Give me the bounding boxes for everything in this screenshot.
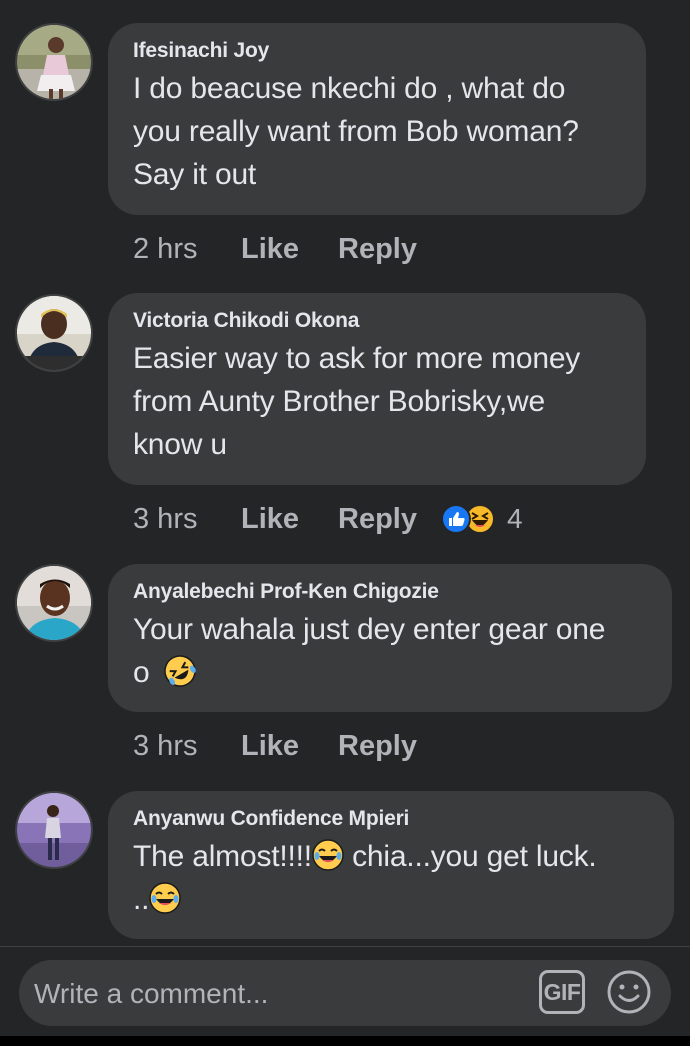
- comment-line: from Aunty Brother Bobrisky,we: [133, 385, 545, 418]
- comment-timestamp[interactable]: 3 hrs: [133, 730, 241, 763]
- comment-text: Your wahala just dey enter gear one o: [133, 608, 646, 694]
- comment-bubble[interactable]: Ifesinachi Joy I do beacuse nkechi do , …: [108, 23, 646, 215]
- comment-timestamp[interactable]: 3 hrs: [133, 503, 241, 536]
- comment-bubble[interactable]: Anyalebechi Prof-Ken Chigozie Your wahal…: [108, 564, 672, 712]
- gif-label: GIF: [543, 978, 581, 1005]
- comment-author[interactable]: Ifesinachi Joy: [133, 39, 620, 63]
- like-reaction-icon: [440, 504, 471, 534]
- avatar[interactable]: [17, 793, 91, 867]
- tears-of-joy-emoji: [149, 882, 181, 914]
- comment-line: Your wahala just dey enter gear one: [133, 613, 606, 646]
- comment-actions: 3 hrs Like Reply 4: [133, 499, 523, 539]
- like-button[interactable]: Like: [241, 503, 338, 536]
- comment-line: ..: [133, 878, 648, 921]
- comment-input[interactable]: [32, 968, 536, 1020]
- comment-line-text: chia...you get luck.: [343, 840, 597, 873]
- reply-button[interactable]: Reply: [338, 503, 417, 536]
- comment-author[interactable]: Anyanwu Confidence Mpieri: [133, 807, 648, 831]
- comment-line: Say it out: [133, 158, 257, 191]
- comment-line-text: The almost!!!!: [133, 840, 312, 873]
- avatar[interactable]: [17, 566, 91, 640]
- like-button[interactable]: Like: [241, 233, 338, 266]
- comment-line: Easier way to ask for more money: [133, 342, 581, 375]
- avatar[interactable]: [17, 25, 91, 99]
- comment-line: know u: [133, 428, 227, 461]
- reply-button[interactable]: Reply: [338, 233, 417, 266]
- comment-text: The almost!!!! chia...you get luck. ..: [133, 835, 648, 921]
- comment-text: I do beacuse nkechi do , what do you rea…: [133, 67, 620, 196]
- gif-button[interactable]: GIF: [539, 970, 585, 1014]
- rolling-laughing-emoji: [164, 655, 196, 687]
- divider: [0, 946, 690, 947]
- comment-line: you really want from Bob woman?: [133, 115, 579, 148]
- comment-bubble[interactable]: Victoria Chikodi Okona Easier way to ask…: [108, 293, 646, 485]
- like-button[interactable]: Like: [241, 730, 338, 763]
- comment-line: I do beacuse nkechi do , what do: [133, 72, 566, 105]
- comment-text: Easier way to ask for more money from Au…: [133, 337, 620, 466]
- tears-of-joy-emoji: [312, 839, 344, 871]
- comment-line: The almost!!!! chia...you get luck.: [133, 835, 648, 878]
- smiley-icon[interactable]: [605, 968, 653, 1016]
- comment-author[interactable]: Anyalebechi Prof-Ken Chigozie: [133, 580, 646, 604]
- reply-button[interactable]: Reply: [338, 730, 417, 763]
- comment-author[interactable]: Victoria Chikodi Okona: [133, 309, 620, 333]
- reaction-summary[interactable]: 4: [440, 503, 523, 535]
- comment-line-text: o: [133, 656, 150, 689]
- reaction-count: 4: [506, 503, 523, 534]
- avatar[interactable]: [17, 296, 91, 370]
- comment-timestamp[interactable]: 2 hrs: [133, 233, 241, 266]
- comment-line-text: ..: [133, 883, 150, 916]
- comment-bubble[interactable]: Anyanwu Confidence Mpieri The almost!!!!…: [108, 791, 674, 939]
- system-nav-bar: [0, 1036, 690, 1046]
- comment-composer[interactable]: GIF: [19, 960, 671, 1026]
- comment-actions: 3 hrs Like Reply: [133, 726, 417, 766]
- comment-actions: 2 hrs Like Reply: [133, 229, 417, 269]
- comment-line: o: [133, 651, 646, 694]
